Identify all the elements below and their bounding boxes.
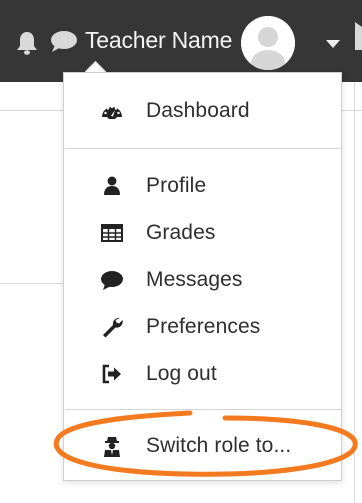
menu-item-switch-role[interactable]: Switch role to... (64, 426, 341, 466)
user-secret-icon (100, 434, 124, 458)
menu-item-log-out[interactable]: Log out (64, 354, 341, 394)
page-divider (0, 110, 64, 111)
menu-item-preferences[interactable]: Preferences (64, 307, 341, 347)
bell-icon[interactable] (15, 30, 39, 61)
menu-item-label: Dashboard (146, 99, 250, 122)
user-menu-dropdown: Dashboard Profile Grades Messages Prefer… (63, 72, 342, 481)
menu-item-messages[interactable]: Messages (64, 260, 341, 300)
sign-out-icon (100, 362, 124, 386)
menu-divider (65, 409, 341, 410)
menu-item-label: Messages (146, 268, 243, 291)
table-icon (100, 221, 124, 245)
top-navbar: Teacher Name (0, 0, 362, 82)
navbar-edge-icon (355, 22, 362, 55)
tachometer-icon (100, 99, 124, 123)
menu-item-label: Switch role to... (146, 434, 292, 457)
page-border (354, 82, 355, 503)
menu-item-label: Log out (146, 362, 217, 385)
menu-item-grades[interactable]: Grades (64, 213, 341, 253)
user-name[interactable]: Teacher Name (85, 27, 232, 54)
user-avatar[interactable] (241, 16, 295, 70)
user-icon (100, 174, 124, 198)
page-divider (342, 110, 362, 111)
page-divider (0, 283, 64, 284)
menu-item-profile[interactable]: Profile (64, 166, 341, 206)
comment-icon (100, 268, 124, 292)
caret-down-icon[interactable] (326, 36, 340, 54)
chat-bubble-icon[interactable] (50, 30, 78, 59)
menu-item-label: Preferences (146, 315, 261, 338)
menu-item-dashboard[interactable]: Dashboard (64, 91, 341, 131)
menu-item-label: Profile (146, 174, 207, 197)
wrench-icon (100, 315, 124, 339)
menu-divider (65, 148, 341, 149)
menu-item-label: Grades (146, 221, 216, 244)
